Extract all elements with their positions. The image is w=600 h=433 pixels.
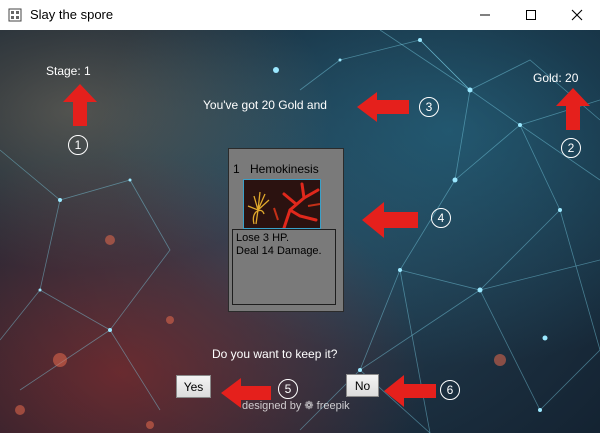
keep-prompt: Do you want to keep it?	[212, 347, 338, 361]
game-scene: Stage: 1 Gold: 20 You've got 20 Gold and…	[0, 30, 600, 433]
maximize-icon	[526, 10, 536, 20]
card-description-line: Deal 14 Damage.	[236, 245, 322, 257]
card-name: Hemokinesis	[250, 162, 319, 176]
app-icon	[8, 8, 22, 22]
maximize-button[interactable]	[508, 0, 554, 30]
window-title: Slay the spore	[30, 7, 114, 22]
annotation-marker-6: 6	[440, 380, 460, 400]
hemokinesis-art-icon	[244, 180, 320, 228]
gold-label: Gold: 20	[533, 71, 579, 85]
window-titlebar: Slay the spore	[0, 0, 600, 30]
arrow-up-icon	[63, 84, 97, 126]
yes-button[interactable]: Yes	[176, 375, 211, 398]
arrow-left-icon	[221, 378, 271, 408]
card-cost: 1	[233, 162, 240, 176]
minimize-icon	[480, 14, 490, 16]
minimize-button[interactable]	[462, 0, 508, 30]
annotation-marker-3: 3	[419, 97, 439, 117]
card-art-image	[243, 179, 321, 229]
arrow-left-icon	[362, 202, 418, 238]
card-description: Lose 3 HP. Deal 14 Damage.	[232, 229, 336, 305]
close-button[interactable]	[554, 0, 600, 30]
annotation-marker-4: 4	[431, 208, 451, 228]
annotation-marker-1: 1	[68, 135, 88, 155]
card-description-line: Lose 3 HP.	[236, 232, 290, 244]
annotation-marker-5: 5	[278, 379, 298, 399]
reward-message: You've got 20 Gold and	[203, 98, 327, 112]
arrow-left-icon	[384, 375, 436, 407]
no-button[interactable]: No	[346, 374, 379, 397]
arrow-left-icon	[357, 92, 409, 122]
arrow-up-icon	[556, 88, 590, 130]
reward-card[interactable]: 1 Hemokinesis Lose 3 HP. Deal 14 Damage.	[228, 148, 344, 312]
close-icon	[571, 9, 583, 21]
stage-label: Stage: 1	[46, 64, 91, 78]
annotation-marker-2: 2	[561, 138, 581, 158]
